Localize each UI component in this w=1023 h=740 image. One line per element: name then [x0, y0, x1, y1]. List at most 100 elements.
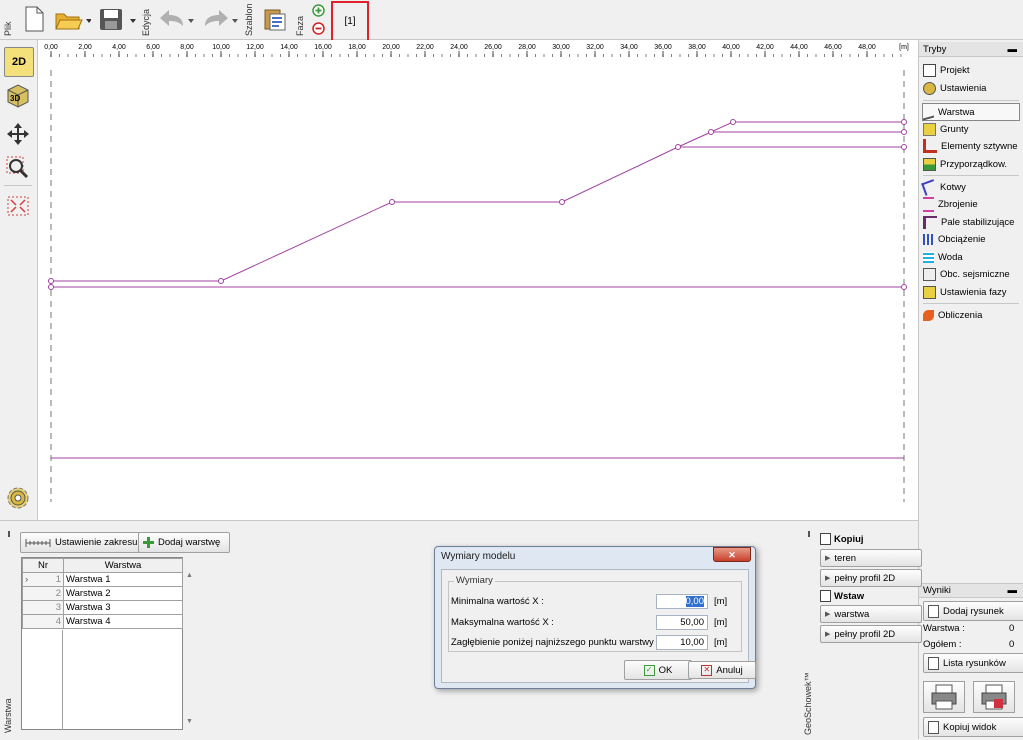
paste-layer-button[interactable]: ▶ warstwa	[820, 605, 922, 623]
pan-button[interactable]	[4, 120, 32, 148]
layers-table: Nr Warstwa › 1 Warstwa 1 2 Warstwa 2 3 Wa…	[22, 558, 183, 629]
new-file-button[interactable]	[20, 4, 48, 34]
row-number: 3	[22, 600, 64, 615]
model-drawing[interactable]: 0,00 2,00 4,00 6,00 8,00 10,00 12,00 14,00 16,00…	[38, 40, 918, 520]
layer-point	[48, 278, 54, 284]
table-row[interactable]: 4 Warstwa 4	[22, 614, 183, 629]
print-button[interactable]	[923, 681, 965, 713]
cancel-x-icon: ✕	[701, 664, 713, 676]
mode-settings[interactable]: Ustawienia	[923, 80, 986, 96]
arrow-right-icon: ▶	[825, 555, 831, 562]
tab-phase-1[interactable]: [1]	[331, 1, 369, 42]
print-export-button[interactable]	[973, 681, 1015, 713]
ruler-tick-label: 38,00	[688, 44, 706, 51]
ruler-tick-label: 14,00	[280, 44, 298, 51]
mode-label: Ustawienia fazy	[940, 286, 1007, 298]
copy-terrain-button[interactable]: ▶ teren	[820, 549, 922, 567]
collapse-icon[interactable]: ▬	[1008, 584, 1018, 598]
open-file-button[interactable]	[52, 4, 92, 34]
save-button[interactable]	[96, 4, 138, 34]
side-label-layer: Warstwa	[3, 698, 13, 733]
button-label: Ustawienie zakresu	[55, 537, 138, 548]
add-phase-button[interactable]	[311, 3, 325, 17]
mode-label: Pale stabilizujące	[941, 216, 1015, 228]
drawing-canvas[interactable]: 0,00 2,00 4,00 6,00 8,00 10,00 12,00 14,00 16,00…	[38, 40, 918, 520]
mode-analysis[interactable]: Obliczenia	[923, 307, 982, 323]
ruler-tick-label: 32,00	[586, 44, 604, 51]
group-label-edit: Edycja	[141, 8, 151, 36]
layers-table-container: Nr Warstwa › 1 Warstwa 1 2 Warstwa 2 3 Wa…	[21, 557, 193, 730]
mode-soils[interactable]: Grunty	[923, 121, 969, 137]
row-layer-name[interactable]: Warstwa 2	[63, 586, 183, 601]
button-label: Lista rysunków	[943, 657, 1006, 669]
mode-stage-settings[interactable]: Ustawienia fazy	[923, 284, 1007, 300]
results-header-label: Wyniki	[923, 585, 951, 596]
table-row[interactable]: 3 Warstwa 3	[22, 600, 183, 615]
remove-phase-button[interactable]	[311, 21, 325, 35]
table-row[interactable]: 2 Warstwa 2	[22, 586, 183, 601]
ruler-tick-label: 8,00	[180, 44, 194, 51]
mode-surcharge[interactable]: Obciążenie	[923, 231, 986, 247]
cancel-button[interactable]: ✕ Anuluj	[688, 661, 756, 679]
checkmark-icon: ✓	[643, 664, 655, 676]
geoclipboard-label: GeoSchowek™	[803, 672, 813, 735]
mode-piles[interactable]: Pale stabilizujące	[923, 214, 1014, 230]
arrow-right-icon: ▶	[825, 631, 831, 638]
scroll-up-icon[interactable]: ▲	[186, 572, 193, 579]
paste-full-profile-button[interactable]: ▶ pełny profil 2D	[820, 625, 922, 643]
view-3d-button[interactable]: 3D	[4, 81, 32, 109]
range-settings-button[interactable]: Ustawienie zakresu	[20, 532, 144, 553]
undo-button[interactable]	[156, 4, 196, 34]
min-x-field[interactable]: 0,00	[656, 594, 708, 609]
mode-earthquake[interactable]: Obc. sejsmiczne	[923, 266, 1010, 282]
panel-grip	[8, 531, 10, 537]
mode-reinforcement[interactable]: Zbrojenie	[923, 196, 978, 212]
layer-count-value: 0	[1009, 623, 1015, 634]
zoom-extents-button[interactable]	[4, 192, 32, 220]
row-layer-name[interactable]: Warstwa 3	[63, 600, 183, 615]
dialog-close-button[interactable]: ✕	[713, 547, 751, 562]
mode-layer[interactable]: Warstwa	[922, 103, 1020, 121]
paste-header-label: Wstaw	[834, 590, 865, 602]
dialog-body: Wymiary Minimalna wartość X : 0,00 [m] M…	[441, 569, 756, 683]
depth-field[interactable]: 10,00	[656, 635, 708, 650]
mode-anchors[interactable]: Kotwy	[921, 178, 966, 196]
row-layer-name[interactable]: Warstwa 4	[63, 614, 183, 629]
add-drawing-button[interactable]: Dodaj rysunek	[923, 601, 1023, 621]
redo-button[interactable]	[200, 4, 240, 34]
max-x-field[interactable]: 50,00	[656, 615, 708, 630]
column-header-nr: Nr	[22, 558, 64, 573]
settings-button[interactable]	[4, 484, 32, 512]
layer-point	[901, 284, 907, 290]
mode-project[interactable]: Projekt	[923, 62, 970, 78]
main-toolbar: Plik Edycja Szablon Faza [1]	[0, 0, 1023, 42]
button-label: Anuluj	[716, 664, 743, 676]
template-button[interactable]	[260, 4, 290, 34]
ok-button[interactable]: ✓ OK	[624, 660, 692, 680]
collapse-icon[interactable]: ▬	[1008, 42, 1018, 57]
mode-water[interactable]: Woda	[923, 249, 963, 265]
copy-view-button[interactable]: Kopiuj widok	[923, 717, 1023, 737]
gear-icon	[7, 487, 29, 509]
total-count-value: 0	[1009, 639, 1015, 650]
printer-export-icon	[981, 684, 1007, 710]
zoom-button[interactable]	[4, 154, 32, 182]
soil-icon	[923, 122, 936, 136]
view-2d-button[interactable]: 2D	[4, 47, 34, 77]
drawings-list-button[interactable]: Lista rysunków	[923, 653, 1023, 673]
ruler-tick-label: 10,00	[212, 44, 230, 51]
mode-rigid-bodies[interactable]: Elementy sztywne	[923, 138, 1018, 154]
row-layer-name[interactable]: Warstwa 1	[63, 572, 183, 587]
ruler-tick-label: 42,00	[756, 44, 774, 51]
mode-assign[interactable]: Przyporządkow.	[923, 156, 1007, 172]
layer-icon	[923, 104, 934, 120]
copy-full-profile-button[interactable]: ▶ pełny profil 2D	[820, 569, 922, 587]
table-row[interactable]: › 1 Warstwa 1	[22, 572, 183, 587]
scroll-down-icon[interactable]: ▼	[186, 718, 193, 725]
ruler-tick-label: 46,00	[824, 44, 842, 51]
group-label-template: Szablon	[244, 3, 254, 36]
printer-icon	[931, 684, 957, 710]
add-layer-button[interactable]: Dodaj warstwę	[138, 532, 230, 553]
gear-small-icon	[923, 81, 936, 95]
mode-label: Grunty	[940, 123, 969, 135]
